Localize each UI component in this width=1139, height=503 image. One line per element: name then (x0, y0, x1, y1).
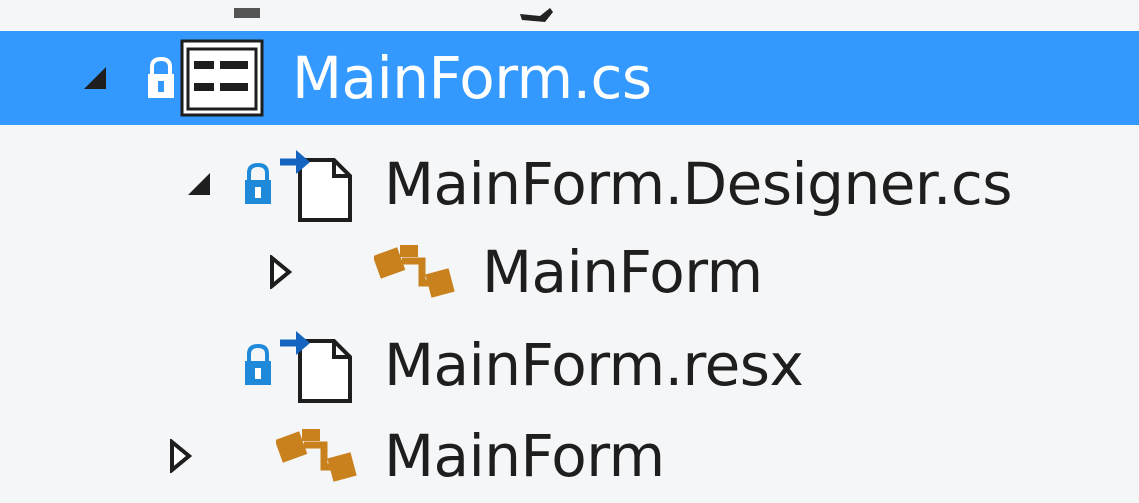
class-icon (276, 409, 368, 503)
tree-item-mainform-class[interactable]: MainForm (0, 225, 1139, 319)
windows-form-icon (180, 31, 264, 125)
csharp-file-icon (278, 137, 354, 231)
tree-item-mainform-class-2[interactable]: MainForm (0, 409, 1139, 503)
collapsed-triangle-icon[interactable] (268, 225, 292, 319)
lock-icon (146, 31, 176, 125)
cropped-row-fragments (234, 8, 553, 22)
tree-item-label: MainForm.Designer.cs (384, 150, 1013, 218)
tree-item-label: MainForm (384, 422, 665, 490)
partial-row-above (0, 0, 1139, 28)
tree-item-label: MainForm (482, 238, 763, 306)
expanded-triangle-icon[interactable] (82, 31, 108, 125)
collapsed-triangle-icon[interactable] (168, 409, 192, 503)
tree-item-mainform-resx[interactable]: MainForm.resx (0, 318, 1139, 412)
resx-file-icon (278, 318, 354, 412)
tree-item-mainform-cs[interactable]: MainForm.cs (0, 31, 1139, 125)
lock-icon (243, 137, 273, 231)
expanded-triangle-icon[interactable] (186, 137, 212, 231)
tree-item-label: MainForm.cs (292, 44, 652, 112)
class-icon (374, 225, 466, 319)
lock-icon (243, 318, 273, 412)
tree-item-mainform-designer-cs[interactable]: MainForm.Designer.cs (0, 137, 1139, 231)
tree-item-label: MainForm.resx (384, 331, 804, 399)
solution-explorer-tree: MainForm.cs MainForm.Designer.cs MainFor… (0, 0, 1139, 501)
